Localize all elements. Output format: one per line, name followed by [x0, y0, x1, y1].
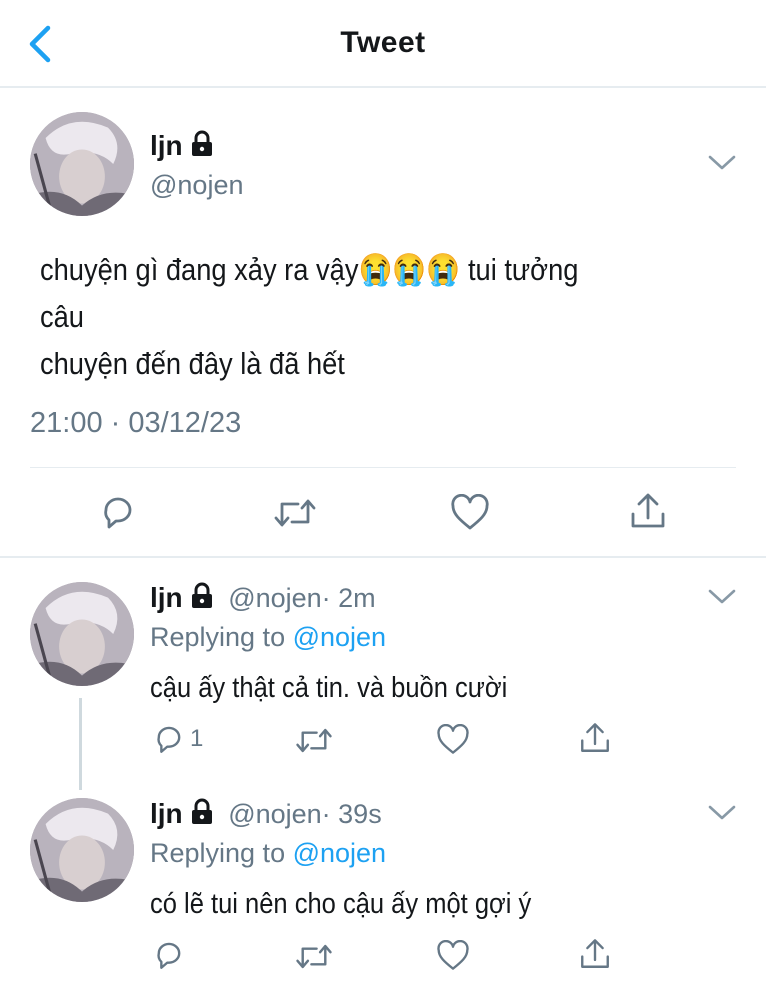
avatar-image — [30, 798, 134, 902]
reply-header: ljn @nojen· 39s — [150, 798, 382, 830]
tweet-options-button[interactable] — [706, 152, 738, 179]
display-name[interactable]: ljn — [150, 130, 215, 162]
reply-icon — [157, 726, 181, 753]
retweet-icon — [296, 944, 332, 969]
lock-icon — [191, 130, 212, 156]
share-button[interactable] — [578, 936, 612, 972]
retweet-icon — [274, 499, 316, 527]
lock-icon — [191, 582, 212, 608]
chevron-down-icon — [708, 155, 736, 170]
like-icon — [451, 494, 489, 530]
like-button[interactable] — [436, 724, 470, 756]
avatar[interactable] — [30, 798, 134, 902]
display-name[interactable]: ljn — [150, 798, 183, 829]
avatar-image — [30, 112, 134, 216]
avatar-image — [30, 582, 134, 686]
tweet-text-line: chuyện đến đây là đã hết — [40, 346, 345, 381]
replying-to: Replying to @nojen — [150, 838, 387, 868]
share-icon — [631, 493, 665, 528]
reply-button[interactable] — [98, 492, 138, 532]
divider — [30, 467, 736, 468]
avatar[interactable] — [30, 112, 134, 216]
reply-time: · 2m — [321, 583, 376, 613]
tweet-timestamp: 21:00 · 03/12/23 — [30, 407, 242, 439]
thread-line — [79, 698, 82, 790]
share-button[interactable] — [628, 490, 668, 532]
mention-link[interactable]: @nojen — [293, 838, 386, 868]
like-icon — [437, 940, 469, 970]
share-button[interactable] — [578, 720, 612, 756]
reply-header: ljn @nojen· 2m — [150, 582, 376, 614]
tweet-text: chuyện gì đang xảy ra vậy😭😭😭 tui tưởng c… — [40, 246, 621, 387]
user-handle[interactable]: @nojen — [228, 799, 321, 829]
avatar[interactable] — [30, 582, 134, 686]
top-bar: Tweet — [0, 0, 766, 88]
retweet-button[interactable] — [272, 494, 318, 532]
like-button[interactable] — [436, 940, 470, 972]
reply-text: có lẽ tui nên cho cậu ấy một gợi ý — [150, 888, 532, 920]
retweet-icon — [296, 728, 332, 753]
mention-link[interactable]: @nojen — [293, 622, 386, 652]
reply-button[interactable] — [152, 938, 186, 972]
share-icon — [581, 723, 609, 752]
tweet-options-button[interactable] — [706, 586, 738, 613]
chevron-down-icon — [708, 589, 736, 604]
like-icon — [437, 724, 469, 754]
replying-to: Replying to @nojen — [150, 622, 387, 652]
user-handle[interactable]: @nojen — [228, 583, 321, 613]
like-button[interactable] — [450, 494, 490, 532]
tweet-text-line: chuyện gì đang xảy ra vậy😭😭😭 tui tưởng c… — [40, 252, 579, 334]
reply-text: cậu ấy thật cả tin. và buồn cười — [150, 672, 508, 704]
retweet-button[interactable] — [294, 940, 334, 973]
user-handle[interactable]: @nojen — [150, 170, 243, 201]
reply-button[interactable]: 1 — [152, 722, 203, 756]
display-name[interactable]: ljn — [150, 582, 183, 613]
share-icon — [581, 939, 609, 968]
lock-icon — [191, 798, 212, 824]
page-title: Tweet — [340, 26, 426, 59]
chevron-down-icon — [708, 805, 736, 820]
tweet-options-button[interactable] — [706, 802, 738, 829]
reply-icon — [157, 942, 181, 969]
reply-time: · 39s — [321, 799, 382, 829]
retweet-button[interactable] — [294, 724, 334, 757]
reply-count: 1 — [190, 725, 204, 752]
section-divider — [0, 556, 766, 558]
reply-icon — [104, 497, 132, 529]
